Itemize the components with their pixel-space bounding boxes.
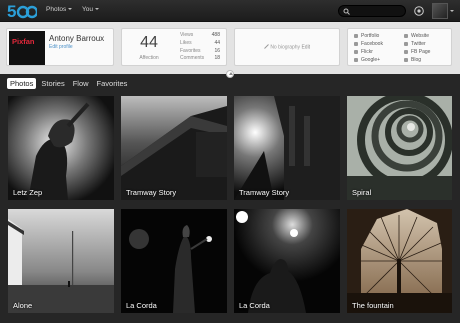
photo-tile[interactable]: Letz Zep — [8, 96, 114, 200]
link-label: Twitter — [411, 41, 426, 47]
stat-label: Likes — [180, 39, 192, 46]
google-plus-icon — [354, 57, 358, 62]
photo-caption: Alone — [13, 301, 33, 310]
edit-biography-link[interactable]: Edit — [301, 45, 310, 51]
photo-thumbnail — [121, 96, 227, 200]
photos-menu[interactable]: Photos — [46, 6, 73, 13]
stat-label: Views — [180, 32, 194, 38]
stat-label: Comments — [180, 55, 205, 62]
500px-logo[interactable]: 5 — [7, 2, 37, 20]
photo-thumbnail — [8, 209, 114, 313]
link-label: Portfolio — [361, 33, 380, 39]
photo-thumbnail — [234, 209, 340, 313]
link-label: Website — [411, 33, 429, 39]
affection-label: Affection — [139, 55, 159, 61]
facebook-page-icon — [404, 49, 408, 54]
photo-caption: La Corda — [126, 301, 157, 310]
tab-favorites[interactable]: Favorites — [94, 78, 131, 89]
photo-tile[interactable]: La Corda — [121, 209, 227, 313]
profile-tabs: Photos Stories Flow Favorites — [7, 78, 130, 90]
photo-caption: Spiral — [352, 188, 372, 197]
social-links-col-1: Portfolio Facebook Flickr Google+ — [354, 33, 383, 65]
chevron-down-icon — [68, 8, 73, 11]
link-website[interactable]: Website — [404, 33, 430, 41]
link-label: Google+ — [361, 57, 381, 63]
tab-stories[interactable]: Stories — [38, 78, 67, 89]
biography-text: No biography — [270, 44, 301, 51]
pencil-icon — [264, 44, 269, 49]
stat-value: 16 — [214, 47, 220, 54]
top-navigation-bar: 5 Photos You — [0, 0, 460, 22]
photo-tile[interactable]: La Corda — [234, 209, 340, 313]
profile-name: Antony Barroux — [49, 34, 105, 43]
facebook-icon — [354, 41, 358, 46]
link-fb-page[interactable]: FB Page — [404, 49, 430, 57]
search-icon — [343, 8, 350, 15]
svg-text:5: 5 — [7, 2, 16, 20]
photo-caption: Letz Zep — [13, 188, 43, 197]
link-label: Facebook — [361, 41, 383, 47]
photo-caption: Tramway Story — [126, 188, 177, 197]
link-label: Blog — [411, 57, 422, 63]
user-avatar-menu[interactable] — [432, 3, 454, 19]
stat-value: 488 — [211, 32, 220, 38]
you-menu-label: You — [82, 6, 93, 13]
photo-tile[interactable]: Spiral — [347, 96, 452, 200]
photo-thumbnail — [234, 96, 340, 200]
collapse-profile-button[interactable] — [226, 70, 234, 78]
biography-card: No biography Edit — [234, 28, 340, 66]
flickr-icon — [354, 49, 358, 54]
link-flickr[interactable]: Flickr — [354, 49, 383, 57]
link-blog[interactable]: Blog — [404, 57, 430, 65]
link-label: Flickr — [361, 49, 373, 55]
photo-caption: Tramway Story — [239, 188, 290, 197]
profile-card: Pixfan Antony Barroux Edit profile — [6, 28, 114, 66]
stat-value: 18 — [214, 55, 220, 62]
stats-list: Views 488 Likes 44 Favorites 16 Comments 18 — [180, 32, 220, 63]
stat-row: Comments 18 — [180, 55, 220, 63]
chevron-down-icon — [94, 8, 99, 11]
affection-value: 44 — [140, 34, 158, 51]
website-icon — [404, 33, 408, 38]
photo-tile[interactable]: The fountain — [347, 209, 452, 313]
link-google-plus[interactable]: Google+ — [354, 57, 383, 65]
blog-icon — [404, 57, 408, 62]
photo-tile[interactable]: Tramway Story — [234, 96, 340, 200]
photo-thumbnail — [121, 209, 227, 313]
stat-label: Favorites — [180, 47, 201, 54]
photo-thumbnail — [8, 96, 114, 200]
link-facebook[interactable]: Facebook — [354, 41, 383, 49]
photos-menu-label: Photos — [46, 6, 67, 13]
chevron-down-icon — [450, 10, 454, 12]
stat-value: 44 — [214, 39, 220, 46]
link-portfolio[interactable]: Portfolio — [354, 33, 383, 41]
stat-row: Views 488 — [180, 32, 220, 40]
stat-row: Favorites 16 — [180, 48, 220, 56]
photo-tile[interactable]: Tramway Story — [121, 96, 227, 200]
tab-flow[interactable]: Flow — [70, 78, 92, 89]
avatar[interactable]: Pixfan — [9, 31, 45, 65]
biography-line: No biography Edit — [235, 44, 339, 51]
photo-thumbnail — [347, 209, 452, 313]
profile-header: Pixfan Antony Barroux Edit profile 44 Af… — [0, 22, 460, 74]
photo-tile[interactable]: Alone — [8, 209, 114, 313]
twitter-icon — [404, 41, 408, 46]
edit-profile-link[interactable]: Edit profile — [49, 44, 73, 50]
avatar-brand-text: Pixfan — [12, 37, 35, 46]
link-twitter[interactable]: Twitter — [404, 41, 430, 49]
you-menu[interactable]: You — [82, 6, 99, 13]
social-links-card: Portfolio Facebook Flickr Google+ Websit… — [347, 28, 452, 66]
social-links-col-2: Website Twitter FB Page Blog — [404, 33, 430, 65]
photo-caption: La Corda — [239, 301, 270, 310]
link-label: FB Page — [411, 49, 431, 55]
photo-caption: The fountain — [352, 301, 394, 310]
portfolio-icon — [354, 33, 358, 38]
upload-icon[interactable] — [414, 6, 424, 16]
search-input[interactable] — [338, 5, 406, 17]
stat-row: Likes 44 — [180, 40, 220, 48]
tab-photos[interactable]: Photos — [7, 78, 37, 89]
photo-thumbnail — [347, 96, 452, 200]
stats-card: 44 Affection Views 488 Likes 44 Favorites 1… — [121, 28, 227, 66]
